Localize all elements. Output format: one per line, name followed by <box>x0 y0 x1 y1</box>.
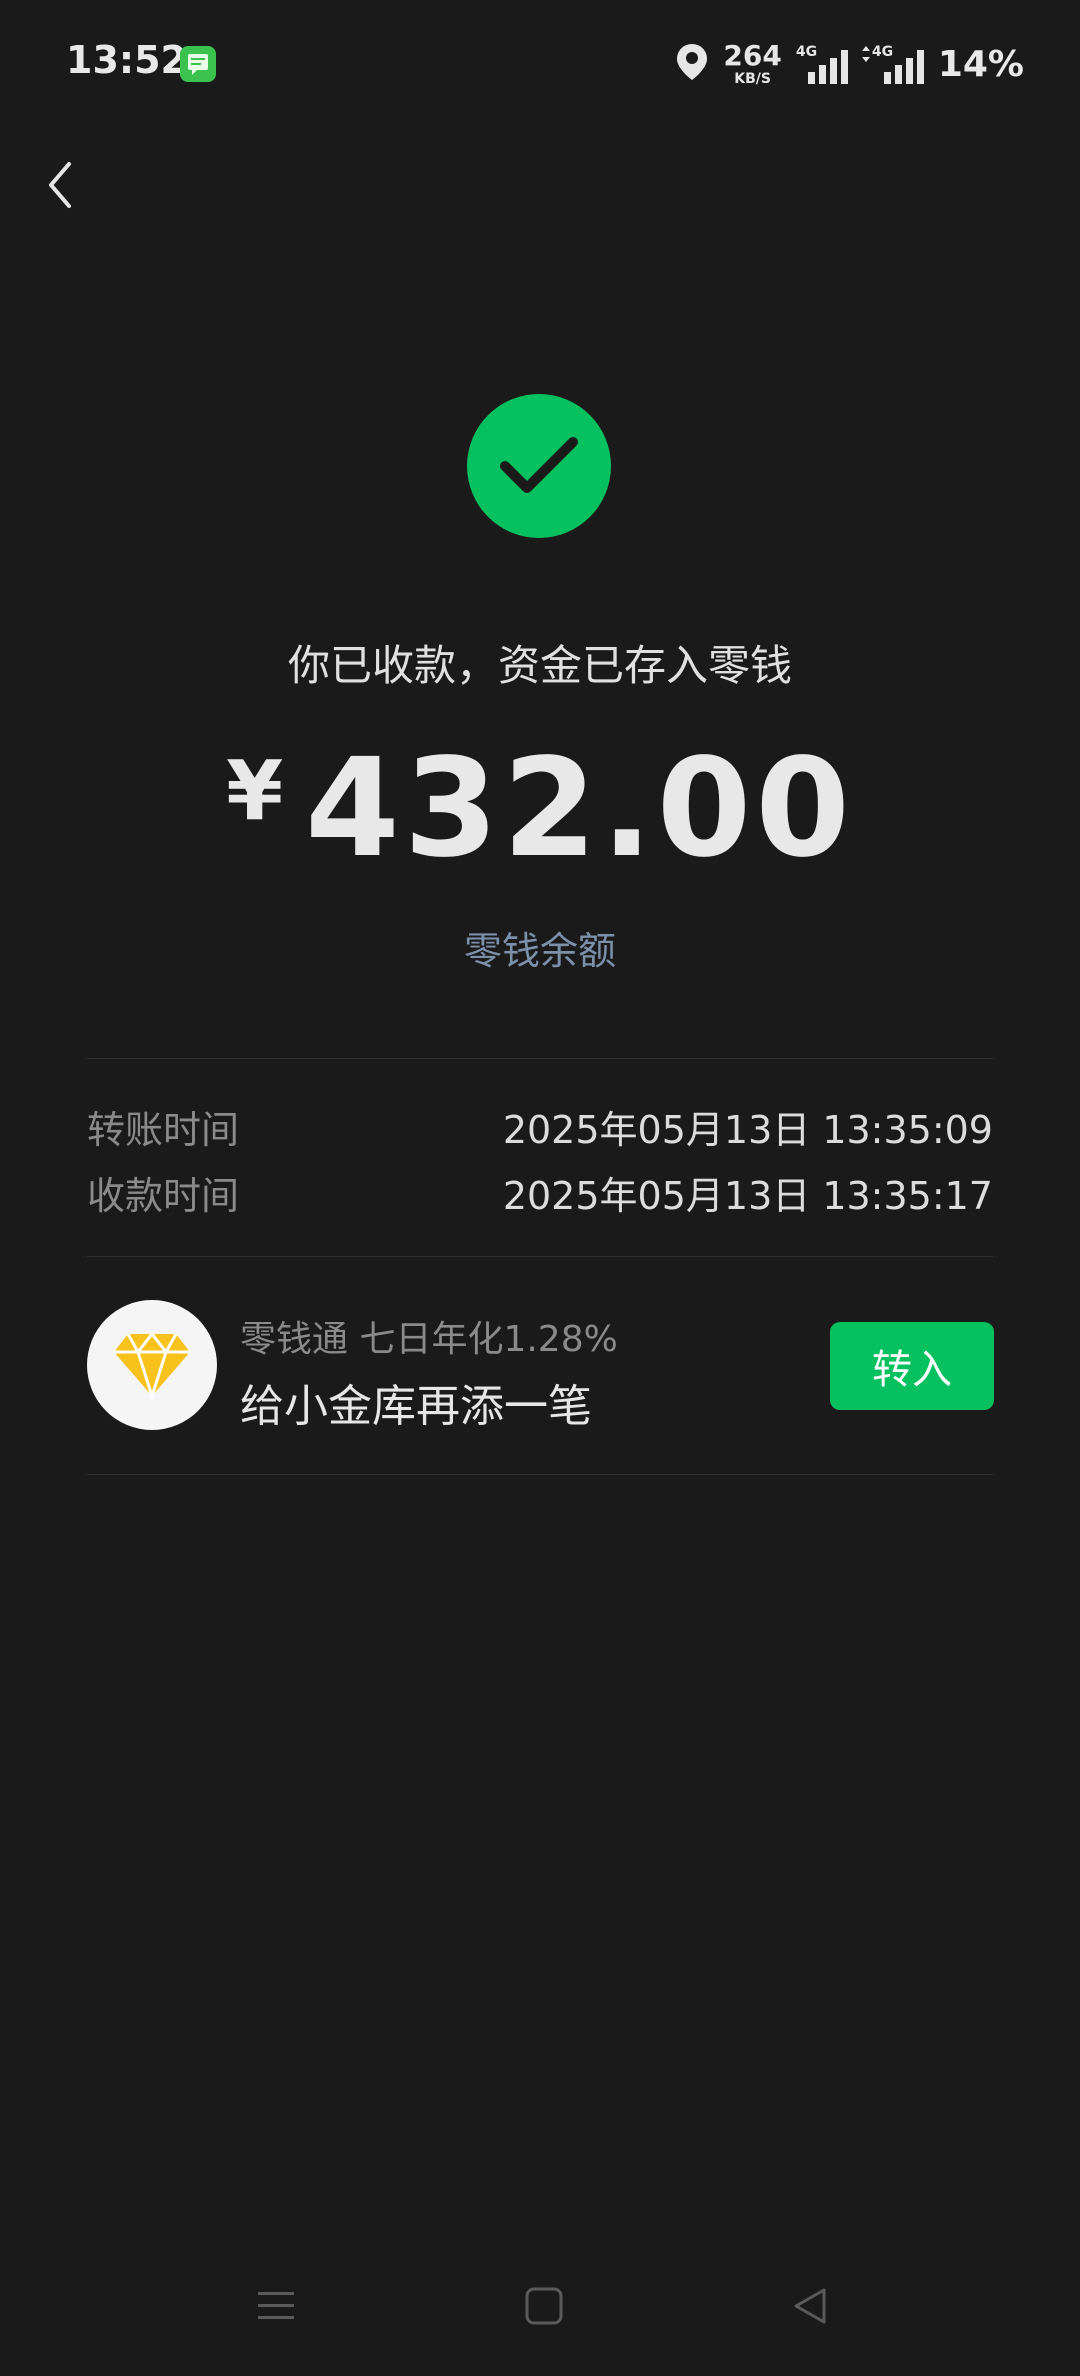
message-app-icon <box>180 46 216 82</box>
menu-icon <box>258 2292 294 2319</box>
network-speed: 264 KB/S <box>723 39 782 87</box>
transfer-time-row: 转账时间 2025年05月13日 13:35:09 <box>87 1098 993 1154</box>
diamond-icon <box>114 1331 190 1400</box>
network-speed-value: 264 <box>723 39 782 72</box>
currency-symbol: ¥ <box>226 744 284 839</box>
success-message: 你已收款，资金已存入零钱 <box>287 641 792 690</box>
divider <box>87 1058 993 1059</box>
recent-apps-button[interactable] <box>236 2266 316 2346</box>
balance-link[interactable]: 零钱余额 <box>0 920 1080 975</box>
transfer-time-value: 2025年05月13日 13:35:09 <box>502 1107 993 1152</box>
battery-level: 14% <box>937 43 1024 85</box>
home-square-icon <box>525 2287 563 2325</box>
status-indicators: 264 KB/S 4G 4G 14% <box>675 40 1024 88</box>
system-navigation-bar <box>0 2246 1080 2376</box>
promo-title: 给小金库再添一笔 <box>240 1381 592 1432</box>
transfer-in-button[interactable]: 转入 <box>830 1322 994 1410</box>
nav-back-button[interactable] <box>770 2266 850 2346</box>
status-bar: 13:52 264 KB/S 4G 4G 14% <box>0 0 1080 128</box>
promo-logo <box>87 1300 217 1430</box>
success-badge <box>467 394 611 538</box>
receive-time-label: 收款时间 <box>87 1173 240 1218</box>
chevron-left-icon <box>49 162 71 208</box>
location-icon <box>675 42 709 86</box>
divider <box>87 1474 993 1475</box>
amount-value: 432.00 <box>305 730 854 888</box>
received-amount: ¥432.00 <box>0 730 1080 888</box>
receive-time-row: 收款时间 2025年05月13日 13:35:17 <box>87 1164 993 1220</box>
home-button[interactable] <box>504 2266 584 2346</box>
signal-icon-sim1: 4G <box>796 44 848 84</box>
back-triangle-icon <box>794 2288 826 2324</box>
back-button[interactable] <box>30 150 90 220</box>
checkmark-icon <box>500 437 578 493</box>
status-time: 13:52 <box>66 38 187 82</box>
network-speed-unit: KB/S <box>734 71 771 87</box>
signal-icon-sim2: 4G <box>861 44 924 84</box>
transfer-time-label: 转账时间 <box>87 1107 240 1152</box>
receive-time-value: 2025年05月13日 13:35:17 <box>502 1173 993 1218</box>
promo-subtitle: 零钱通 七日年化1.28% <box>240 1319 618 1360</box>
divider <box>87 1256 993 1257</box>
data-arrows-icon <box>861 46 870 62</box>
balance-link-label: 零钱余额 <box>463 929 616 973</box>
